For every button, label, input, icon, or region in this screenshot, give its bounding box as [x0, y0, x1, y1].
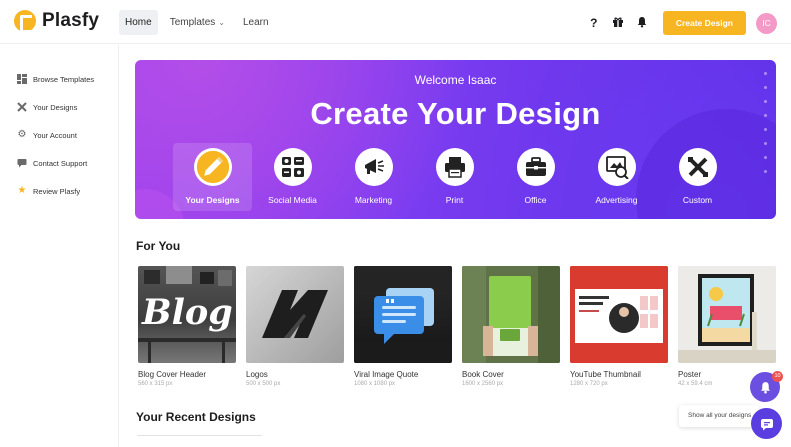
- nav-templates[interactable]: Templates ⌄: [164, 10, 231, 35]
- sidebar-item-label: Browse Templates: [33, 74, 95, 84]
- gift-icon[interactable]: [611, 16, 625, 30]
- nav-learn[interactable]: Learn: [237, 10, 275, 35]
- youtube-thumbnail: [570, 266, 668, 363]
- logo-text: Plasfy: [42, 10, 100, 31]
- category-label: Advertising: [595, 195, 638, 205]
- star-icon: ★: [17, 185, 27, 196]
- card-title: Blog Cover Header: [138, 370, 207, 379]
- welcome-text: Welcome Isaac: [414, 73, 497, 87]
- sidebar-item-review-plasfy[interactable]: ★ Review Plasfy: [0, 177, 118, 205]
- category-row: Your Designs Social Media Marketing Prin…: [173, 143, 738, 211]
- notification-count-badge: 10: [772, 371, 783, 382]
- card-size: 1080 x 1080 px: [354, 381, 396, 387]
- category-label: Social Media: [268, 195, 317, 205]
- social-media-icon: [273, 148, 312, 186]
- card-title: Logos: [246, 370, 268, 379]
- poster-thumbnail: [678, 266, 776, 363]
- card-size: 560 x 315 px: [138, 381, 173, 387]
- template-card-poster[interactable]: Poster 42 x 59.4 cm: [678, 266, 776, 387]
- advertising-icon: [597, 148, 636, 186]
- custom-tools-icon: [678, 148, 717, 186]
- help-icon[interactable]: ?: [587, 16, 601, 30]
- bell-icon: [760, 381, 770, 393]
- category-marketing[interactable]: Marketing: [333, 143, 414, 211]
- sidebar-item-your-account[interactable]: ⚙ Your Account: [0, 121, 118, 149]
- briefcase-icon: [516, 148, 555, 186]
- sidebar-item-browse-templates[interactable]: Browse Templates: [0, 65, 118, 93]
- recent-designs-heading: Your Recent Designs: [136, 410, 256, 424]
- card-size: 1600 x 2560 px: [462, 381, 504, 387]
- category-label: Custom: [682, 195, 713, 205]
- gear-icon: ⚙: [17, 129, 27, 140]
- for-you-heading: For You: [136, 239, 181, 253]
- nav-templates-label: Templates: [169, 17, 216, 28]
- chat-icon: [760, 418, 773, 430]
- sidebar-item-label: Your Account: [33, 130, 77, 140]
- viral-quote-thumbnail: [354, 266, 452, 363]
- card-size: 1280 x 720 px: [570, 381, 608, 387]
- chevron-down-icon: ⌄: [218, 18, 225, 27]
- tools-icon: [17, 102, 27, 112]
- category-office[interactable]: Office: [495, 143, 576, 211]
- category-label: Marketing: [354, 195, 393, 205]
- create-design-button[interactable]: Create Design: [662, 11, 746, 35]
- sidebar-item-label: Review Plasfy: [33, 186, 81, 196]
- sidebar-item-your-designs[interactable]: Your Designs: [0, 93, 118, 121]
- card-title: YouTube Thumbnail: [570, 370, 641, 379]
- blog-thumbnail-text: Blog: [142, 292, 233, 333]
- category-social-media[interactable]: Social Media: [252, 143, 333, 211]
- bell-icon[interactable]: [635, 16, 649, 30]
- logos-thumbnail: [246, 266, 344, 363]
- category-custom[interactable]: Custom: [657, 143, 738, 211]
- pencil-icon: [193, 148, 232, 186]
- notifications-button[interactable]: 10: [750, 371, 783, 402]
- chat-icon: [17, 158, 27, 168]
- template-card-book-cover[interactable]: Book Cover 1600 x 2560 px: [462, 266, 560, 387]
- grid-icon: [17, 74, 27, 84]
- category-print[interactable]: Print: [414, 143, 495, 211]
- template-card-viral-quote[interactable]: Viral Image Quote 1080 x 1080 px: [354, 266, 452, 387]
- sidebar-item-label: Contact Support: [33, 158, 88, 168]
- template-card-blog-cover[interactable]: Blog Blog Cover Header 560 x 315 px: [138, 266, 236, 387]
- plasfy-logo[interactable]: Plasfy: [14, 10, 100, 33]
- hero-title: Create Your Design: [310, 96, 601, 131]
- template-card-youtube-thumbnail[interactable]: YouTube Thumbnail 1280 x 720 px: [570, 266, 668, 387]
- book-cover-thumbnail: [462, 266, 560, 363]
- top-bar: Plasfy Home Templates ⌄ Learn ? Create De…: [0, 0, 791, 44]
- blog-cover-thumbnail: Blog: [138, 266, 236, 363]
- support-chat-button[interactable]: [751, 408, 782, 439]
- sidebar-item-contact-support[interactable]: Contact Support: [0, 149, 118, 177]
- category-label: Office: [524, 195, 547, 205]
- template-cards: Blog Blog Cover Header 560 x 315 px Logo…: [138, 266, 776, 387]
- card-title: Book Cover: [462, 370, 504, 379]
- card-size: 500 x 500 px: [246, 381, 281, 387]
- category-label: Print: [445, 195, 464, 205]
- printer-icon: [435, 148, 474, 186]
- nav-home[interactable]: Home: [119, 10, 158, 35]
- megaphone-icon: [354, 148, 393, 186]
- hero-banner: Welcome Isaac Create Your Design Your De…: [135, 60, 776, 219]
- sidebar: Browse Templates Your Designs ⚙ Your Acc…: [0, 45, 119, 447]
- avatar[interactable]: IC: [756, 12, 777, 34]
- category-label: Your Designs: [185, 195, 240, 205]
- top-right-actions: ? Create Design IC: [587, 11, 777, 35]
- sidebar-item-label: Your Designs: [33, 102, 78, 112]
- template-card-logos[interactable]: Logos 500 x 500 px: [246, 266, 344, 387]
- main-nav: Home Templates ⌄ Learn: [119, 10, 275, 35]
- recent-divider: [137, 435, 262, 436]
- show-all-designs-link[interactable]: Show all your designs: [679, 405, 759, 427]
- category-your-designs[interactable]: Your Designs: [173, 143, 252, 211]
- logo-mark-icon: [14, 10, 36, 33]
- category-advertising[interactable]: Advertising: [576, 143, 657, 211]
- card-title: Viral Image Quote: [354, 370, 419, 379]
